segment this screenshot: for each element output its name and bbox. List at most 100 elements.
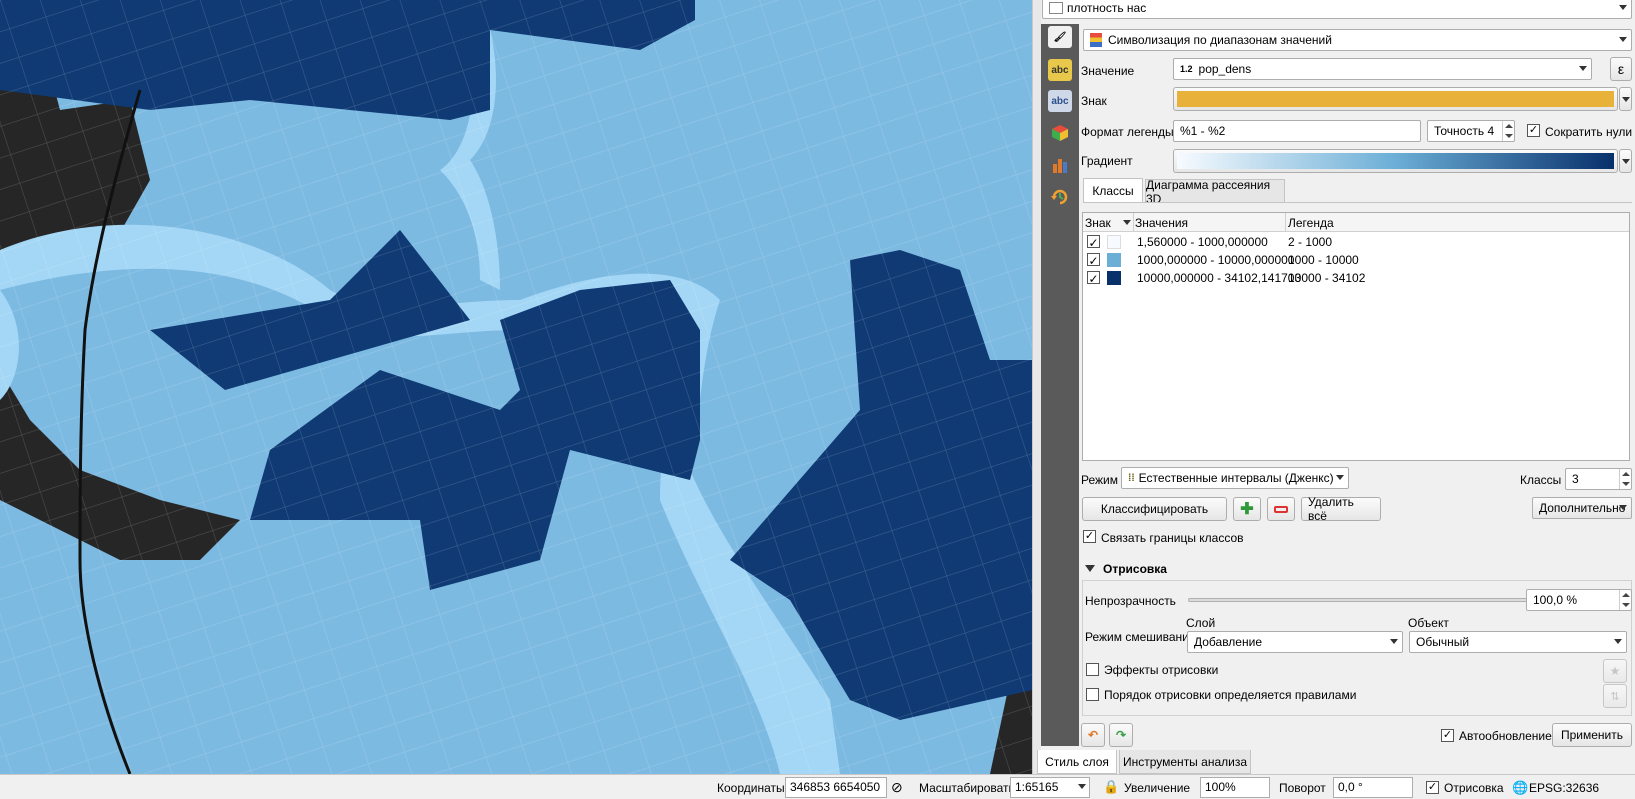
check-icon: ✓ <box>1088 272 1099 286</box>
tab-analysis-tools[interactable]: Инструменты анализа <box>1119 750 1251 774</box>
rule-order-button[interactable]: ⇅ <box>1603 684 1627 708</box>
value-field-select[interactable]: 1.2 pop_dens <box>1173 58 1592 80</box>
layer-select[interactable]: плотность нас <box>1042 0 1632 19</box>
globe-icon[interactable]: 🌐 <box>1512 780 1528 796</box>
style-sidebar: 🖌 abc abc <box>1041 24 1079 746</box>
classes-count-spinbox[interactable]: 3 <box>1565 468 1632 490</box>
coordinates-field[interactable]: 346853 6654050 <box>785 777 887 798</box>
history-icon[interactable] <box>1048 186 1072 208</box>
check-icon: ✓ <box>1088 254 1099 268</box>
scale-label: Масштабировать <box>919 781 1015 795</box>
header-values[interactable]: Значения <box>1135 216 1188 230</box>
panel-splitter[interactable] <box>1032 0 1041 774</box>
renderer-select[interactable]: Символизация по диапазонам значений <box>1083 29 1632 51</box>
coordinate-toggle-icon[interactable]: ⊘ <box>891 779 903 796</box>
link-bounds-label: Связать границы классов <box>1101 531 1244 545</box>
chevron-down-icon[interactable] <box>1078 784 1086 789</box>
spin-arrows-icon[interactable] <box>1502 121 1514 141</box>
classes-table[interactable]: Знак Значения Легенда ✓ 1,560000 - 1000,… <box>1082 212 1630 461</box>
feature-blend-select[interactable]: Обычный <box>1409 631 1627 653</box>
epsilon-icon: ε <box>1617 61 1625 77</box>
row-color-swatch[interactable] <box>1107 271 1121 285</box>
opacity-slider[interactable] <box>1188 593 1563 607</box>
check-icon: ✓ <box>1427 781 1438 793</box>
legend-format-input[interactable]: %1 - %2 <box>1173 120 1421 142</box>
effects-checkbox[interactable] <box>1086 663 1099 676</box>
sort-icon: ⇅ <box>1610 690 1620 703</box>
tab-layer-style[interactable]: Стиль слоя <box>1037 750 1117 774</box>
row-values[interactable]: 1000,000000 - 10000,000000 <box>1137 253 1294 267</box>
spin-arrows-icon[interactable] <box>1619 469 1631 489</box>
link-bounds-checkbox[interactable]: ✓ <box>1083 530 1096 543</box>
graduated-renderer-icon <box>1090 33 1102 47</box>
redo-icon: ↷ <box>1115 728 1127 742</box>
lock-icon[interactable]: 🔒 <box>1103 779 1119 795</box>
trim-zeros-checkbox[interactable]: ✓ <box>1527 124 1540 137</box>
map-canvas[interactable] <box>0 0 1032 774</box>
redo-button[interactable]: ↷ <box>1109 723 1133 747</box>
undo-button[interactable]: ↶ <box>1081 723 1105 747</box>
rotation-label: Поворот <box>1279 781 1326 795</box>
apply-button[interactable]: Применить <box>1552 723 1632 747</box>
diagrams-icon[interactable] <box>1048 154 1072 176</box>
row-legend[interactable]: 2 - 1000 <box>1288 235 1332 249</box>
rendering-section-title[interactable]: Отрисовка <box>1103 562 1167 576</box>
expression-button[interactable]: ε <box>1610 57 1632 81</box>
row-color-swatch[interactable] <box>1107 253 1121 267</box>
coordinates-label: Координаты <box>717 781 785 795</box>
precision-spinbox[interactable]: Точность 4 <box>1427 120 1515 142</box>
opacity-spinbox[interactable]: 100,0 % <box>1526 589 1632 611</box>
row-values[interactable]: 10000,000000 - 34102,141703 <box>1137 271 1301 285</box>
masks-icon[interactable]: abc <box>1048 90 1072 112</box>
effects-button[interactable]: ★ <box>1603 659 1627 683</box>
remove-class-button[interactable] <box>1267 497 1295 521</box>
color-ramp-button[interactable] <box>1173 149 1618 173</box>
table-row[interactable]: ✓ 1000,000000 - 10000,000000 1000 - 1000… <box>1083 251 1629 269</box>
symbol-menu-button[interactable] <box>1619 87 1632 111</box>
chevron-down-icon <box>1390 639 1398 644</box>
row-values[interactable]: 1,560000 - 1000,000000 <box>1137 235 1268 249</box>
mode-select[interactable]: ⁞⁞ Естественные интервалы (Дженкс) <box>1121 467 1349 489</box>
render-checkbox[interactable]: ✓ <box>1426 781 1439 794</box>
numeric-type-badge: 1.2 <box>1180 64 1193 74</box>
status-bar: Координаты 346853 6654050 ⊘ Масштабирова… <box>0 774 1635 799</box>
row-legend[interactable]: 10000 - 34102 <box>1288 271 1365 285</box>
collapse-arrow-icon[interactable] <box>1085 565 1095 572</box>
delete-all-button[interactable]: Удалить всё <box>1301 495 1381 523</box>
labels-icon[interactable]: abc <box>1048 59 1072 81</box>
table-row[interactable]: ✓ 1,560000 - 1000,000000 2 - 1000 <box>1083 233 1629 251</box>
spin-arrows-icon[interactable] <box>1619 590 1631 610</box>
row-visibility-checkbox[interactable]: ✓ <box>1087 235 1100 249</box>
add-class-button[interactable]: ✚ <box>1233 497 1261 521</box>
color-ramp-menu-button[interactable] <box>1619 149 1632 173</box>
renderer-select-value: Символизация по диапазонам значений <box>1108 33 1332 47</box>
3d-view-icon[interactable] <box>1048 122 1072 144</box>
magnifier-field[interactable]: 100% <box>1200 777 1270 798</box>
effects-label: Эффекты отрисовки <box>1104 663 1219 677</box>
auto-update-checkbox[interactable]: ✓ <box>1441 729 1454 742</box>
star-icon: ★ <box>1609 664 1621 678</box>
row-visibility-checkbox[interactable]: ✓ <box>1087 253 1100 268</box>
row-legend[interactable]: 1000 - 10000 <box>1288 253 1359 267</box>
rule-order-checkbox[interactable] <box>1086 688 1099 701</box>
classes-count-label: Классы <box>1520 473 1562 487</box>
crs-label[interactable]: EPSG:32636 <box>1529 781 1599 795</box>
layer-blend-select[interactable]: Добавление <box>1187 631 1403 653</box>
header-legend[interactable]: Легенда <box>1288 216 1334 230</box>
tab-classes[interactable]: Классы <box>1083 178 1143 202</box>
color-ramp-preview <box>1177 153 1614 169</box>
row-color-swatch[interactable] <box>1107 235 1121 249</box>
tab-histogram[interactable]: Диаграмма рассеяния 3D <box>1145 178 1285 206</box>
table-row[interactable]: ✓ 10000,000000 - 34102,141703 10000 - 34… <box>1083 269 1629 287</box>
header-symbol[interactable]: Знак <box>1085 216 1111 230</box>
chevron-down-icon <box>1336 475 1344 480</box>
symbol-button[interactable] <box>1173 87 1618 111</box>
symbology-brush-icon[interactable]: 🖌 <box>1048 26 1072 48</box>
trim-zeros-label: Сократить нули <box>1545 125 1633 139</box>
classify-button[interactable]: Классифицировать <box>1082 497 1227 521</box>
legend-format-value: %1 - %2 <box>1180 124 1226 138</box>
rotation-field[interactable]: 0,0 ° <box>1333 777 1413 798</box>
advanced-menu-button[interactable]: Дополнительно <box>1532 497 1632 519</box>
row-visibility-checkbox[interactable]: ✓ <box>1087 271 1100 286</box>
chevron-down-icon <box>1619 5 1627 10</box>
